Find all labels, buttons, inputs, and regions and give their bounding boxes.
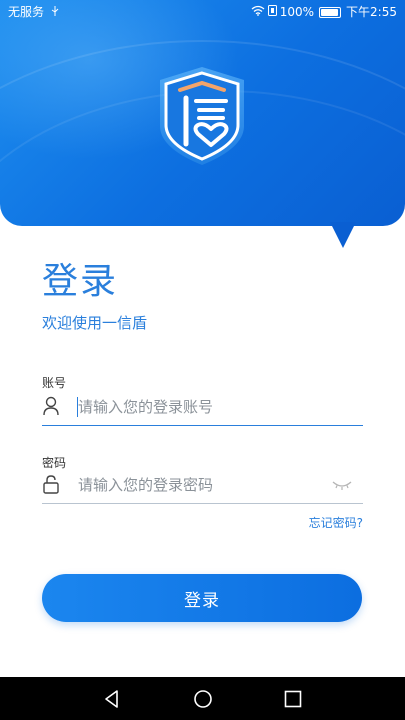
wifi-icon xyxy=(251,0,265,24)
header-notch xyxy=(330,222,356,248)
login-button[interactable]: 登录 xyxy=(42,574,362,622)
password-input[interactable] xyxy=(78,471,328,499)
lock-icon xyxy=(42,473,60,495)
back-icon[interactable] xyxy=(101,688,123,710)
home-icon[interactable] xyxy=(192,688,214,710)
welcome-subtitle: 欢迎使用一信盾 xyxy=(42,314,148,332)
status-left: 无服务 xyxy=(8,0,59,24)
battery-percent: 100% xyxy=(279,5,315,19)
recents-icon[interactable] xyxy=(282,688,304,710)
status-right: 100% 下午2:55 xyxy=(251,0,397,24)
sim-icon xyxy=(267,0,277,24)
navigation-bar xyxy=(0,677,405,720)
battery-icon xyxy=(319,6,342,18)
carrier-text: 无服务 xyxy=(8,5,45,19)
page-title: 登录 xyxy=(42,261,119,302)
user-icon xyxy=(42,395,60,417)
eye-closed-icon[interactable] xyxy=(331,477,353,491)
account-input[interactable] xyxy=(78,393,328,421)
status-time: 下午2:55 xyxy=(346,5,397,19)
password-field xyxy=(42,467,363,504)
status-bar: 无服务 100% 下午2:55 xyxy=(0,0,405,24)
account-field xyxy=(42,389,363,426)
forgot-password-link[interactable]: 忘记密码? xyxy=(309,514,363,531)
xin-shield-logo-icon xyxy=(156,64,248,168)
usb-icon xyxy=(51,5,59,19)
